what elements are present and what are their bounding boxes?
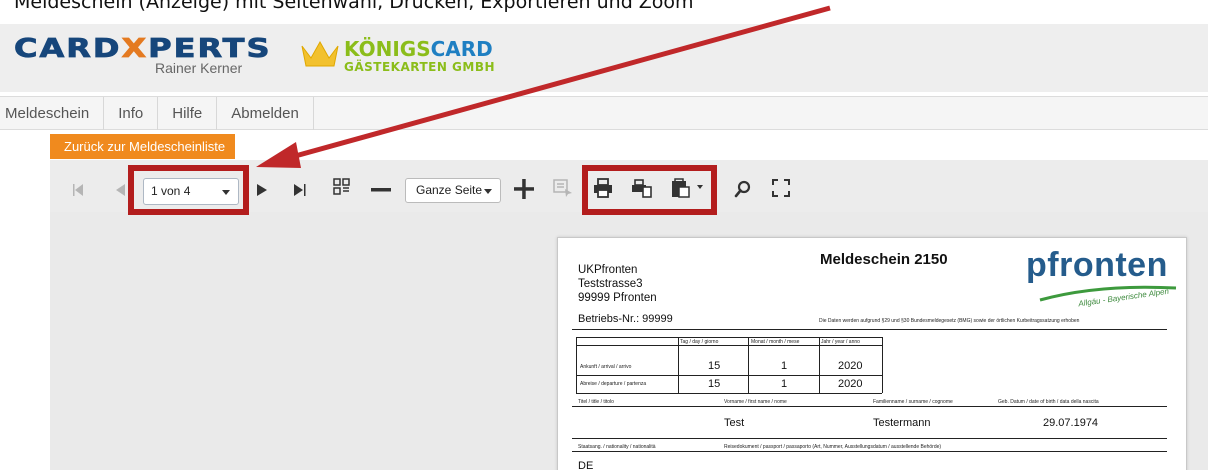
annotation-arrow-icon bbox=[256, 5, 831, 168]
